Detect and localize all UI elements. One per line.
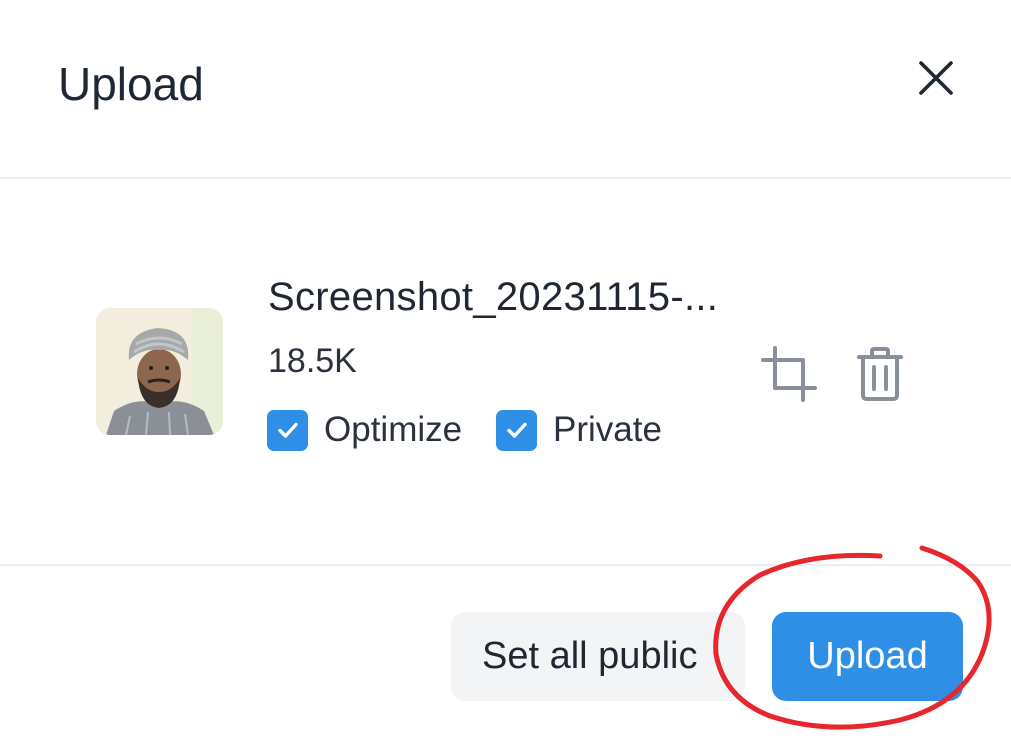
file-name: Screenshot_20231115-...: [268, 275, 719, 319]
trash-icon: [857, 347, 903, 401]
upload-dialog: Upload Screenshot_20231115-... 18.5K Opt…: [0, 0, 1011, 736]
header-divider: [0, 177, 1011, 179]
set-all-public-button[interactable]: Set all public: [451, 612, 745, 701]
private-option[interactable]: Private: [496, 409, 662, 451]
dialog-title: Upload: [58, 58, 204, 110]
optimize-option[interactable]: Optimize: [267, 409, 462, 451]
checkmark-icon: [506, 422, 527, 438]
crop-button[interactable]: [756, 343, 822, 405]
file-size: 18.5K: [268, 342, 357, 380]
file-thumbnail: [96, 308, 223, 435]
optimize-label: Optimize: [324, 410, 463, 449]
close-button[interactable]: [906, 48, 966, 108]
person-photo-thumbnail: [96, 308, 223, 435]
close-icon: [919, 61, 953, 95]
private-checkbox[interactable]: [496, 409, 537, 451]
delete-button[interactable]: [851, 343, 909, 405]
private-label: Private: [553, 410, 662, 449]
checkmark-icon: [277, 422, 298, 438]
footer-divider: [0, 564, 1011, 566]
optimize-checkbox[interactable]: [267, 409, 308, 451]
upload-button[interactable]: Upload: [772, 612, 963, 701]
crop-icon: [761, 346, 817, 402]
